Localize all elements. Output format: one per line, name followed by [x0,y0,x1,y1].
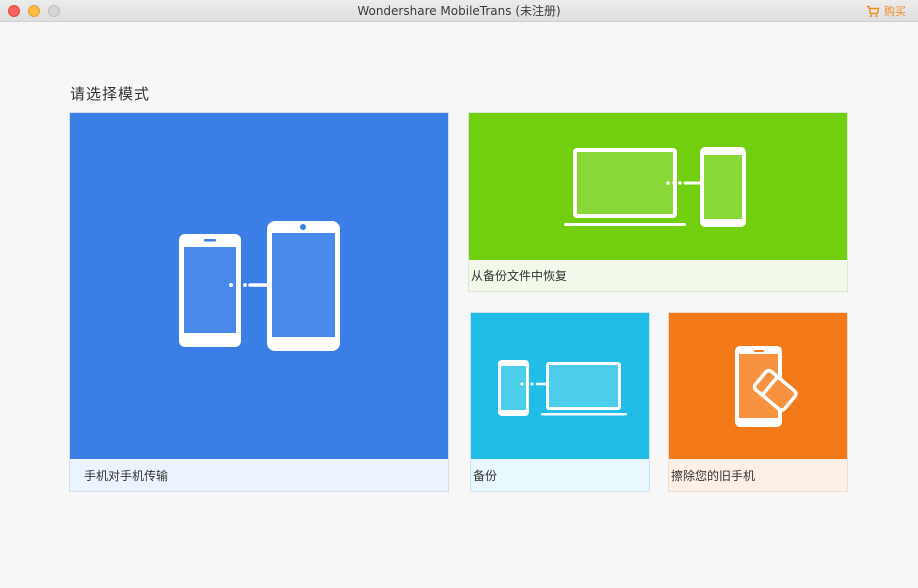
erase-old-phone-card[interactable]: 擦除您的旧手机 [668,312,848,492]
backup-card[interactable]: 备份 [470,312,650,492]
phone-to-phone-card[interactable]: 手机对手机传输 [69,112,449,492]
window-title: Wondershare MobileTrans (未注册) [357,4,561,18]
laptop-to-phone-icon [564,147,746,227]
backup-label: 备份 [471,459,649,491]
buy-label: 购买 [884,5,906,18]
phone-to-phone-art [70,113,448,460]
title-bar: Wondershare MobileTrans (未注册) 购买 [0,0,918,22]
restore-art [469,113,847,261]
buy-button[interactable]: 购买 [866,0,906,22]
cart-icon [867,5,880,17]
phone-to-phone-label: 手机对手机传输 [70,459,448,491]
phone-eraser-icon [735,346,798,427]
phone-to-laptop-icon [498,360,627,416]
page-title: 请选择模式 [70,85,151,103]
restore-from-backup-card[interactable]: 从备份文件中恢复 [468,112,848,292]
erase-label: 擦除您的旧手机 [669,459,847,491]
erase-art [669,313,847,460]
backup-art [471,313,649,460]
phone-transfer-icon [179,221,340,351]
restore-label: 从备份文件中恢复 [469,260,847,291]
